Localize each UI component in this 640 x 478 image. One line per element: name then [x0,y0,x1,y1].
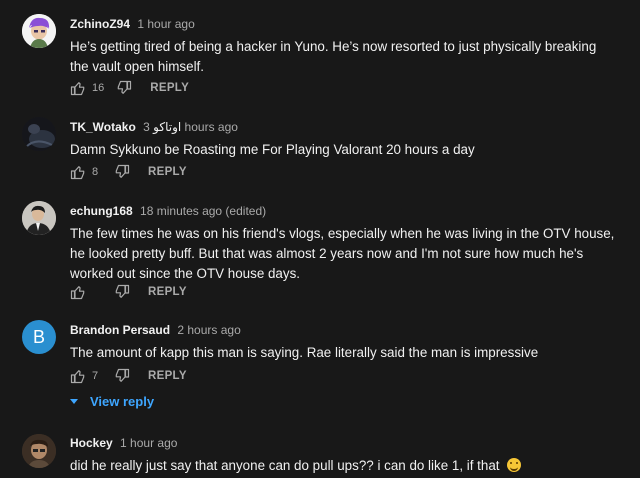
caret-down-icon [70,399,78,404]
comment-text-row: did he really just say that anyone can d… [70,456,615,476]
avatar-letter: B [32,326,45,347]
comment-text: He’s getting tired of being a hacker in … [70,39,597,74]
comment-author[interactable]: Hockey [70,436,113,450]
like-count: 8 [92,166,99,178]
like-count: 16 [92,82,105,94]
avatar[interactable] [22,434,56,468]
comment-timestamp[interactable]: 1 hour ago [120,436,177,450]
person-photo-icon [22,201,56,235]
avatar[interactable] [22,201,56,235]
thumbs-up-icon[interactable] [70,368,86,384]
thumbs-up-icon[interactable] [70,164,86,180]
avatar[interactable] [22,117,56,151]
thumbs-up-icon[interactable] [70,284,86,300]
reply-button[interactable]: REPLY [148,286,187,298]
view-reply-button[interactable]: View reply [70,394,154,409]
dark-photo-icon [22,117,56,151]
like-count: 7 [92,370,99,382]
reply-button[interactable]: REPLY [148,370,187,382]
view-reply-label: View reply [90,394,155,409]
thumbs-up-icon[interactable] [70,80,86,96]
comment-author[interactable]: TK_Wotako [70,120,136,134]
comment-timestamp[interactable]: 1 hour ago [137,17,194,31]
grinning-face-emoji-icon [507,458,522,472]
reply-button[interactable]: REPLY [150,82,189,94]
purple-haired-character-icon [22,14,56,48]
comment-text: The amount of kapp this man is saying. R… [70,345,539,360]
thumbs-down-icon[interactable] [114,368,130,384]
comment-text: The few times he was on his friend's vlo… [70,226,615,281]
comment-text: did he really just say that anyone can d… [70,458,500,473]
comment-timestamp[interactable]: 18 minutes ago (edited) [140,204,266,218]
comment-author[interactable]: Brandon Persaud [70,323,170,337]
thumbs-down-icon[interactable] [114,164,130,180]
comment-author[interactable]: echung168 [70,204,133,218]
photo-icon [22,434,56,468]
comment-timestamp[interactable]: 2 hours ago [177,323,240,337]
thumbs-down-icon[interactable] [116,80,132,96]
avatar[interactable]: B [22,320,56,354]
comment-text: Damn Sykkuno be Roasting me For Playing … [70,142,475,157]
avatar[interactable] [22,14,56,48]
reply-button[interactable]: REPLY [148,166,187,178]
comment-author[interactable]: ZchinoZ94 [70,17,130,31]
thumbs-down-icon[interactable] [114,284,130,300]
comment-author-suffix[interactable]: اوتاكو [153,120,181,134]
